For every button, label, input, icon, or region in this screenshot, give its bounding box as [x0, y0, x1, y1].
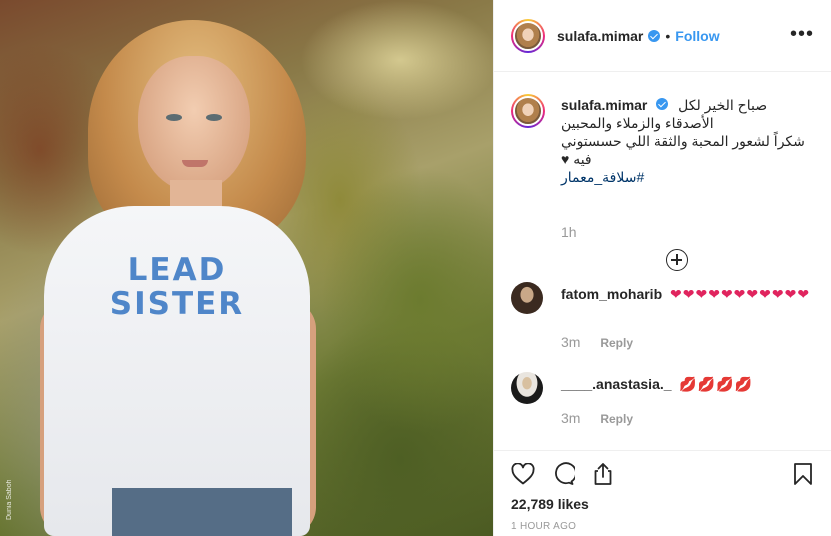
commenter-username[interactable]: fatom_moharib	[561, 286, 662, 302]
comment-time[interactable]: 3m	[561, 334, 580, 350]
follow-button[interactable]: Follow	[675, 28, 719, 44]
verified-badge-icon	[648, 29, 661, 42]
post-actions: 22,789 likes 1 HOUR AGO	[494, 450, 831, 536]
comment-meta: 3m Reply	[561, 334, 633, 350]
bookmark-icon[interactable]	[788, 459, 818, 489]
comment-time[interactable]: 3m	[561, 410, 580, 426]
heart-icon[interactable]	[508, 459, 538, 489]
caption-line: شكراً لشعور المحبة والثقة اللي حسستوني	[561, 133, 805, 149]
caption-line: صباح الخير لكل	[678, 97, 768, 113]
photo-face	[138, 56, 250, 192]
photo-mouth	[182, 160, 208, 167]
post-header: sulafa.mimar • Follow •••	[494, 0, 831, 72]
caption-time[interactable]: 1h	[561, 224, 577, 240]
caption-username[interactable]: sulafa.mimar	[561, 97, 647, 113]
photo-eye-right	[206, 114, 222, 121]
more-icon[interactable]: •••	[790, 24, 814, 44]
comments-area[interactable]: sulafa.mimar صباح الخير لكل الأصدقاء وال…	[494, 72, 831, 450]
shirt-print-line2: SISTER	[109, 286, 245, 322]
photo-watermark: Dunia Saboh	[6, 479, 13, 520]
comment-text: 💋💋💋💋	[679, 376, 754, 392]
author-username[interactable]: sulafa.mimar	[557, 28, 643, 44]
caption-line: فيه ♥	[561, 151, 592, 167]
comment-text: ❤❤❤❤❤❤❤❤❤❤❤	[670, 286, 811, 302]
post-photo[interactable]: LEAD SISTER Dunia Saboh	[0, 0, 493, 536]
commenter-username[interactable]: ____.anastasia._	[561, 376, 672, 392]
photo-eye-left	[166, 114, 182, 121]
header-separator: •	[665, 27, 671, 44]
background-bokeh	[300, 0, 493, 120]
comment-body: ____.anastasia._ 💋💋💋💋	[561, 374, 811, 394]
photo-jeans	[112, 488, 292, 536]
shirt-print-line1: LEAD	[127, 252, 227, 288]
reply-button[interactable]: Reply	[600, 336, 633, 350]
reply-button[interactable]: Reply	[600, 412, 633, 426]
author-avatar[interactable]	[511, 18, 545, 53]
share-icon[interactable]	[588, 459, 618, 489]
caption-body: sulafa.mimar صباح الخير لكل الأصدقاء وال…	[561, 96, 813, 186]
comment-body: fatom_moharib ❤❤❤❤❤❤❤❤❤❤❤	[561, 284, 811, 304]
plus-circle-icon[interactable]	[666, 249, 688, 271]
comment-icon[interactable]	[548, 459, 578, 489]
comment-meta: 3m Reply	[561, 410, 633, 426]
caption-hashtag[interactable]: #سلافة_معمار	[561, 168, 813, 186]
caption-line: الأصدقاء والزملاء والمحبين	[561, 115, 714, 131]
likes-count[interactable]: 22,789 likes	[511, 496, 589, 512]
commenter-avatar[interactable]	[511, 282, 543, 314]
caption-avatar[interactable]	[511, 94, 545, 128]
verified-badge-icon	[656, 98, 669, 110]
post-side-panel: sulafa.mimar • Follow ••• sulafa.mimar ص…	[493, 0, 831, 536]
post-timestamp[interactable]: 1 HOUR AGO	[511, 521, 576, 532]
photo-shirt: LEAD SISTER	[44, 206, 310, 536]
commenter-avatar[interactable]	[511, 372, 543, 404]
